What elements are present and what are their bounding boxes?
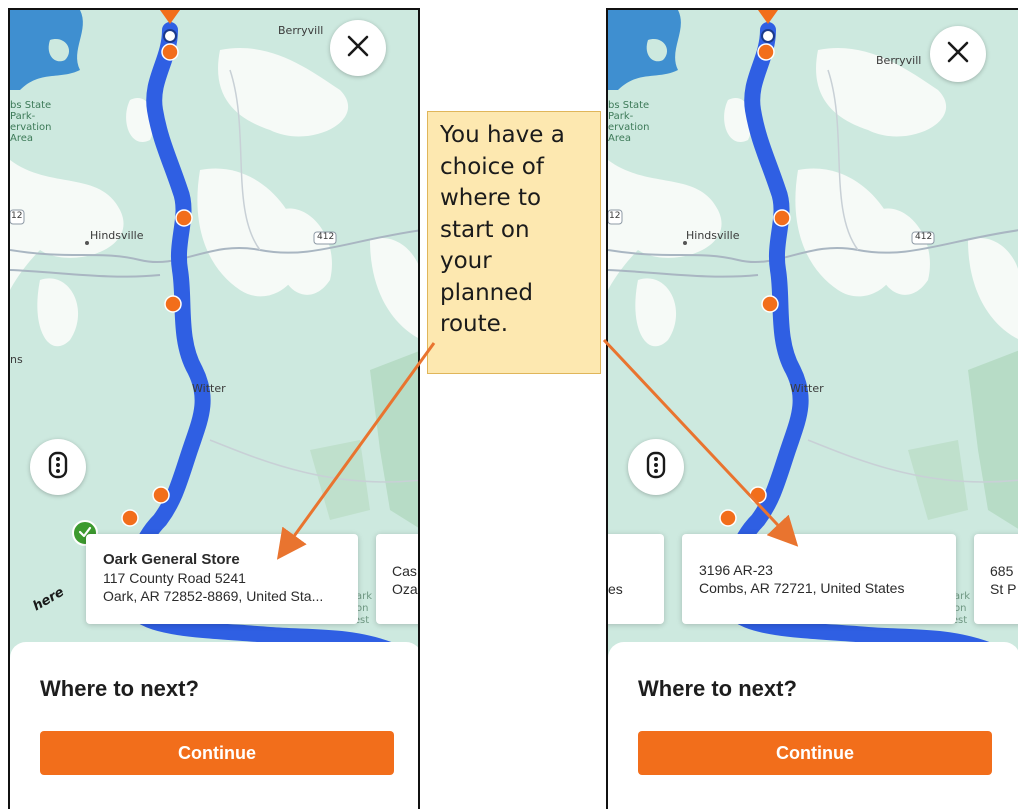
close-icon	[345, 33, 371, 63]
traffic-light-icon	[645, 451, 667, 483]
map-label-park: bs State Park- ervation Area	[10, 100, 52, 144]
location-card-next-line1: 685	[990, 563, 1014, 579]
map-label-ark: ark	[954, 591, 971, 602]
map-label-hindsville: Hindsville	[90, 229, 144, 242]
continue-button[interactable]: Continue	[40, 731, 394, 775]
location-card-previous-line1: es	[608, 581, 623, 597]
map-label-hwy-12: 12	[11, 211, 23, 221]
map-label-witter: Witter	[192, 382, 226, 395]
map-label-hwy-412: 412	[915, 232, 933, 242]
map-label-hwy-12: 12	[609, 211, 621, 221]
right-phone-screen: Berryvill bs State Park- ervation Area H…	[606, 8, 1018, 809]
map-label-witter: Witter	[790, 382, 824, 395]
map-label-park: bs State Park- ervation Area	[608, 100, 650, 144]
sheet-title: Where to next?	[40, 676, 199, 701]
map-label-ns: ns	[10, 353, 23, 366]
continue-button[interactable]: Continue	[638, 731, 992, 775]
close-icon	[945, 39, 971, 69]
annotation-callout-text: You have a choice of where to start on y…	[440, 122, 565, 337]
traffic-light-icon	[47, 451, 69, 483]
close-button[interactable]	[330, 20, 386, 76]
map-label-berryville: Berryvill	[278, 24, 324, 37]
close-button[interactable]	[930, 26, 986, 82]
location-card-address-line1: 3196 AR-23	[699, 562, 773, 578]
traffic-button[interactable]	[628, 439, 684, 495]
location-card-address-line2: Oark, AR 72852-8869, United Sta...	[103, 588, 324, 604]
location-card-current[interactable]: 3196 AR-23 Combs, AR 72721, United State…	[682, 534, 956, 624]
map-label-hindsville: Hindsville	[686, 229, 740, 242]
map-label-ark: ark	[356, 591, 373, 602]
bottom-sheet: Where to next? Continue	[10, 642, 418, 809]
location-card-previous[interactable]: es	[608, 534, 664, 624]
location-card-next-line2: Oza	[392, 581, 418, 597]
sheet-title: Where to next?	[638, 676, 797, 701]
location-card-next-line2: St P	[990, 581, 1017, 597]
map-label-hwy-412: 412	[317, 232, 335, 242]
location-card-address-line2: Combs, AR 72721, United States	[699, 580, 905, 596]
location-card-address-line1: 117 County Road 5241	[103, 570, 246, 586]
bottom-sheet: Where to next? Continue	[608, 642, 1018, 809]
location-card-next-line1: Cas	[392, 563, 417, 579]
annotation-callout: You have a choice of where to start on y…	[427, 111, 601, 374]
traffic-button[interactable]	[30, 439, 86, 495]
location-card-next[interactable]: 685 St P	[974, 534, 1018, 624]
map-label-berryville: Berryvill	[876, 54, 922, 67]
location-card-name: Oark General Store	[103, 551, 240, 568]
location-card-selected[interactable]: Oark General Store 117 County Road 5241 …	[86, 534, 358, 624]
left-phone-screen: Berryvill bs State Park- ervation Area H…	[8, 8, 420, 809]
location-card-next[interactable]: Cas Oza	[376, 534, 418, 624]
